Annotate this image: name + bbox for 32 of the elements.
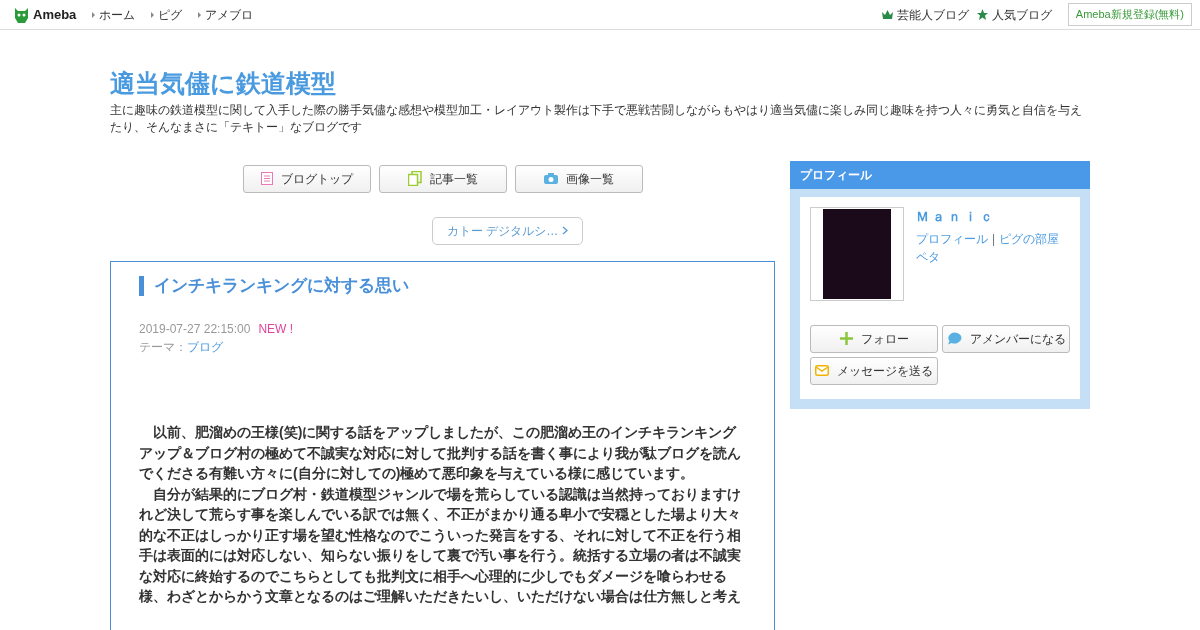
profile-heading: プロフィール [790,160,1090,189]
pages-icon [407,171,422,187]
nav-link[interactable]: ホーム [92,5,136,24]
theme-label: テーマ： [139,339,187,357]
list-icon [260,172,273,186]
plus-icon [839,332,853,346]
profile-button[interactable]: メッセージを送る [810,356,938,385]
separator: | [991,231,997,249]
profile-button[interactable]: フォロー [810,324,938,353]
nav-link[interactable]: 芸能人ブログ [896,5,969,24]
monster-logo-icon [14,5,29,24]
logo-text[interactable]: Ameba [33,4,77,25]
nav-link[interactable]: アメブロ [198,5,254,24]
profile-button[interactable]: アメンバーになる [942,324,1070,353]
nav-link[interactable]: 人気ブログ [991,5,1052,24]
article-date: 2019-07-27 22:15:00 [139,321,251,339]
envelope-icon [815,365,829,377]
article-paragraph: 以前、肥溜めの王様(笑)に関する話をアップしましたが、この肥溜め王のインチキランキングアップ＆ブログ村の極めて不誠実な対応に対して批判する話を書く事により我が駄ブログを読んでくださる有難い方々に(自分に対しての)極めて悪印象を与えている様に感じています。 [139,423,742,484]
blog-nav-button[interactable]: 画像一覧 [514,164,643,193]
new-label: NEW ! [258,321,294,339]
blog-nav-button[interactable]: ブログトップ [242,164,371,193]
camera-icon [543,173,558,185]
signup-button[interactable]: Ameba新規登録(無料) [1067,3,1192,26]
speech-bubble-icon [946,332,962,346]
crown-icon [881,10,893,19]
chevron-right-icon [562,226,569,236]
blog-nav-button[interactable]: 記事一覧 [378,164,507,193]
blog-title: 適当気儘に鉄道模型 [110,68,337,98]
article-paragraph: 自分が結果的にブログ村・鉄道模型ジャンルで場を荒らしている認識は当然持っておりますけれど決して荒らす事を楽しんでいる訳では無く、不正がまかり通る卑小で安穏とした場より大々的な不正はしっかり正す場を望む性格なのでこういった発言をする、それに対して不正を行う相手は表面的には対応しない、知らない振りをして裏で汚い事を行う。統括する立場の者は不誠実な対応に終始するのでこちらとしても批判文に相手へ心理的に少しでもダメージを喰らわせる様、わざとからかう文章となるのはご理解いただきたいし、いただけない場合は仕方無しと考え [139,484,742,607]
nav-link[interactable]: ピグ [151,5,183,24]
blog-description: 主に趣味の鉄道模型に関して入手した際の勝手気儘な感想や模型加工・レイアウト製作は下手で悪戦苦闘しながらもやはり適当気儘に楽しみ同じ趣味を持つ人々に勇気と自信を与えたり、そんなまさに「テキトー」なブログです [110,102,1083,137]
star-icon [976,9,988,20]
